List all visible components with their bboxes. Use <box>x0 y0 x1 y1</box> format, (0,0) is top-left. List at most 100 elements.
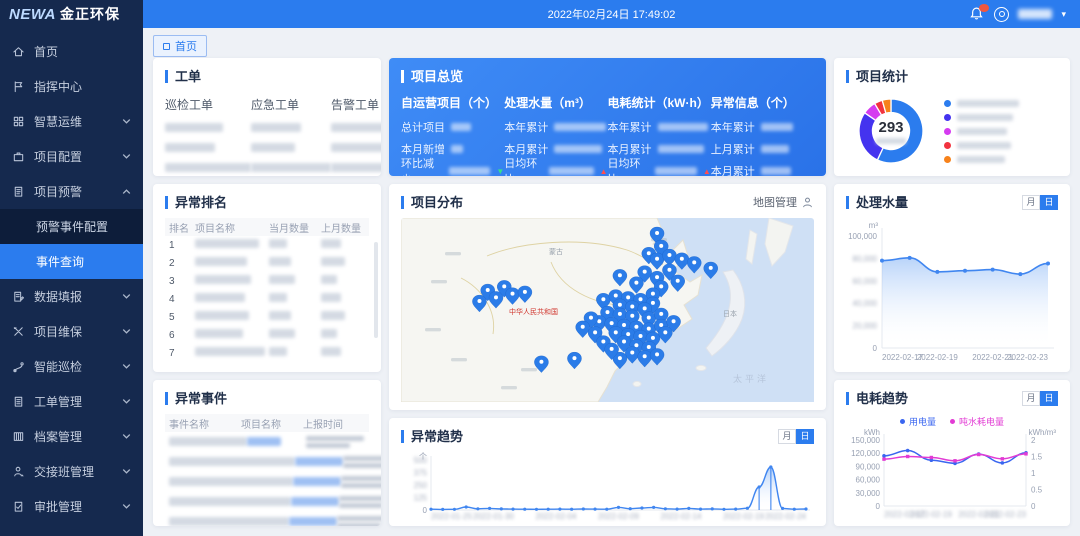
svg-text:2022-02-23: 2022-02-23 <box>985 510 1026 519</box>
ranking-row[interactable]: 3 <box>165 272 369 290</box>
sidebar-item-label: 交接班管理 <box>34 463 94 480</box>
event-row[interactable] <box>165 452 369 472</box>
overview-row-label: 本年累计 <box>608 119 652 135</box>
blurred-count <box>269 347 287 356</box>
power-legend-item[interactable]: 吨水耗电量 <box>950 415 1004 428</box>
blurred-report-time <box>343 456 381 468</box>
blurred-value <box>165 123 223 132</box>
app-root: NEWA 金正环保 首页指挥中心智慧运维项目配置项目预警预警事件配置事件查询数据… <box>0 0 1080 536</box>
power-legend-item[interactable]: 用电量 <box>900 415 936 428</box>
legend-item <box>944 128 1019 135</box>
approval-icon <box>12 500 25 513</box>
blurred-project-link[interactable] <box>295 457 343 466</box>
ranking-row[interactable]: 4 <box>165 290 369 308</box>
legend-item <box>944 114 1019 121</box>
chevron-down-icon <box>122 152 131 161</box>
toggle-month[interactable]: 月 <box>1022 391 1040 406</box>
overview-group-title: 自运营项目（个） <box>401 94 504 111</box>
sidebar-nav: 首页指挥中心智慧运维项目配置项目预警预警事件配置事件查询数据填报项目维保智能巡检… <box>0 28 143 536</box>
legend-dot <box>950 419 955 424</box>
sidebar-item-6[interactable]: 项目维保 <box>0 314 143 349</box>
blurred-count <box>269 275 295 284</box>
sidebar-item-9[interactable]: 档案管理 <box>0 419 143 454</box>
panel-title: 项目分布 <box>401 196 463 209</box>
map-manage-button[interactable]: 地图管理 <box>753 194 814 210</box>
toggle-month[interactable]: 月 <box>1022 195 1040 210</box>
panel-stats: 项目统计 293 <box>834 58 1070 176</box>
rank-number: 2 <box>169 258 195 269</box>
svg-text:蒙古: 蒙古 <box>549 247 563 256</box>
blurred-project-link[interactable] <box>293 477 341 486</box>
toggle-day[interactable]: 日 <box>1040 195 1058 210</box>
overview-row-label: 本年累计 <box>711 119 755 135</box>
sidebar-subitem-label: 预警事件配置 <box>36 218 108 235</box>
svg-text:90,000: 90,000 <box>856 462 881 471</box>
sidebar-item-5[interactable]: 数据填报 <box>0 279 143 314</box>
breadcrumb-home-tab[interactable]: 首页 <box>153 35 207 57</box>
panel-title: 异常事件 <box>165 392 227 405</box>
toggle-day[interactable]: 日 <box>1040 391 1058 406</box>
sidebar-item-11[interactable]: 审批管理 <box>0 489 143 524</box>
sidebar-item-label: 指挥中心 <box>34 78 82 95</box>
ranking-row[interactable]: 6 <box>165 326 369 344</box>
sidebar-item-0[interactable]: 首页 <box>0 34 143 69</box>
sidebar-subitem-0[interactable]: 预警事件配置 <box>0 209 143 244</box>
overview-row: 本年累计 <box>711 119 814 135</box>
sidebar-item-2[interactable]: 智慧运维 <box>0 104 143 139</box>
event-row[interactable] <box>165 512 369 526</box>
ranking-row[interactable]: 5 <box>165 308 369 326</box>
toggle-month[interactable]: 月 <box>778 429 796 444</box>
panel-title: 处理水量 <box>846 196 908 209</box>
svg-text:250: 250 <box>414 481 428 490</box>
blurred-value <box>554 145 602 153</box>
sidebar-item-label: 智慧运维 <box>34 113 82 130</box>
blurred-count <box>269 257 291 266</box>
shift-icon <box>12 465 25 478</box>
panel-power: 电耗趋势 月 日 用电量吨水耗电量 kWhkWh/m³030,00060,000… <box>834 380 1070 526</box>
chevron-down-icon[interactable]: ▾ <box>1061 10 1066 19</box>
sidebar-item-4[interactable]: 项目预警 <box>0 174 143 209</box>
blurred-project-name <box>195 293 245 302</box>
svg-text:太平洋: 太平洋 <box>733 373 769 384</box>
power-period-toggle: 月 日 <box>1022 391 1058 406</box>
blurred-count <box>269 239 287 248</box>
sidebar-item-10[interactable]: 交接班管理 <box>0 454 143 489</box>
sidebar-item-7[interactable]: 智能巡检 <box>0 349 143 384</box>
svg-text:80,000: 80,000 <box>853 254 878 263</box>
sidebar-item-1[interactable]: 指挥中心 <box>0 69 143 104</box>
event-row[interactable] <box>165 472 369 492</box>
panel-water: 处理水量 月 日 m³020,00040,00060,00080,000100,… <box>834 184 1070 372</box>
events-header-row: 事件名称项目名称上报时间 <box>165 414 369 432</box>
ranking-row[interactable]: 2 <box>165 254 369 272</box>
chevron-down-icon <box>122 397 131 406</box>
notification-button[interactable] <box>969 6 985 22</box>
event-row[interactable] <box>165 492 369 512</box>
overview-group-title: 处理水量（m³） <box>504 94 607 111</box>
sidebar-item-3[interactable]: 项目配置 <box>0 139 143 174</box>
power-legend: 用电量 吨水耗电量 <box>846 414 1058 428</box>
blurred-project-link[interactable] <box>289 517 337 526</box>
brand-logo: NEWA <box>9 6 56 23</box>
svg-text:150,000: 150,000 <box>851 436 880 445</box>
svg-text:40,000: 40,000 <box>853 299 878 308</box>
trend-down-icon: ▼ <box>496 167 504 176</box>
svg-text:2022-02-19: 2022-02-19 <box>917 353 958 362</box>
scrollbar[interactable] <box>374 242 378 338</box>
svg-text:1: 1 <box>1031 469 1036 478</box>
water-volume-chart: m³020,00040,00060,00080,000100,0002022-0… <box>846 218 1058 369</box>
sidebar-subitem-label: 事件查询 <box>36 253 84 270</box>
sidebar-item-8[interactable]: 工单管理 <box>0 384 143 419</box>
china-map[interactable]: 蒙古日本太平洋中华人民共和国 <box>401 218 814 407</box>
blurred-project-link[interactable] <box>291 497 339 506</box>
blurred-project-link[interactable] <box>247 437 281 446</box>
blurred-event-name <box>169 517 289 526</box>
avatar[interactable] <box>994 7 1009 22</box>
ranking-row[interactable]: 7 <box>165 344 369 362</box>
overview-row: 本年累计 <box>608 119 711 135</box>
overview-row-label: 日均环比 <box>504 155 543 176</box>
sidebar-subitem-1[interactable]: 事件查询 <box>0 244 143 279</box>
toggle-day[interactable]: 日 <box>796 429 814 444</box>
blurred-count <box>321 275 337 284</box>
event-row[interactable] <box>165 432 369 452</box>
ranking-row[interactable]: 1 <box>165 236 369 254</box>
